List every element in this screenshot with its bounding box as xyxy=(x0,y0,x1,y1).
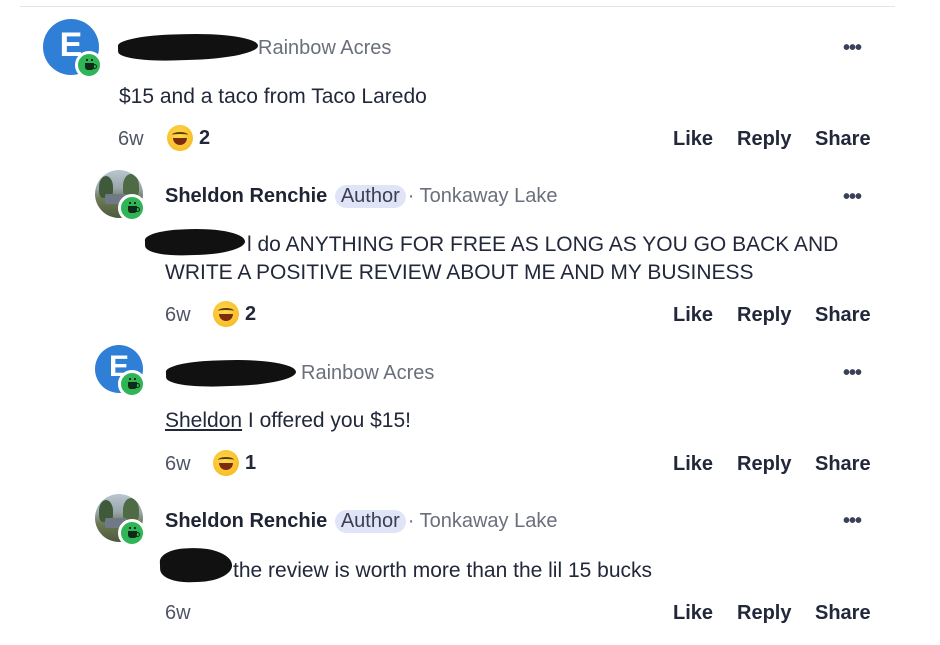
redaction-mark xyxy=(159,546,233,584)
author-name[interactable]: Sheldon Renchie xyxy=(165,510,327,532)
coffee-cup-icon xyxy=(75,51,103,79)
author-name[interactable]: Sheldon Renchie xyxy=(165,185,327,207)
comment-meta: Rainbow Acres xyxy=(258,37,391,60)
comment-meta: Sheldon Renchie Author · Tonkaway Lake xyxy=(165,185,557,208)
reply-button[interactable]: Reply xyxy=(737,602,791,625)
coffee-cup-icon xyxy=(118,519,146,547)
reply-button[interactable]: Reply xyxy=(737,304,791,327)
reply-button[interactable]: Reply xyxy=(737,128,791,151)
author-badge: Author xyxy=(334,510,406,533)
comment-age: 6w xyxy=(118,128,144,150)
comment-age: 6w xyxy=(165,602,191,624)
comment-age: 6w xyxy=(165,304,191,326)
reaction-count: 2 xyxy=(199,126,211,149)
grinning-face-emoji xyxy=(167,125,193,151)
share-button[interactable]: Share xyxy=(815,128,871,151)
more-options-icon[interactable]: ••• xyxy=(843,362,862,385)
reaction-summary[interactable]: 2 xyxy=(213,301,256,327)
more-options-icon[interactable]: ••• xyxy=(843,510,862,533)
comment-meta: Rainbow Acres xyxy=(301,362,434,385)
like-button[interactable]: Like xyxy=(673,453,713,476)
more-options-icon[interactable]: ••• xyxy=(843,186,862,209)
location[interactable]: Tonkaway Lake xyxy=(420,185,558,207)
mention-link[interactable]: Sheldon xyxy=(165,409,242,432)
comment-text: l do ANYTHING FOR FREE AS LONG AS YOU GO… xyxy=(247,233,839,256)
redaction-mark xyxy=(144,227,246,257)
redaction-mark xyxy=(165,357,297,389)
reaction-count: 1 xyxy=(245,451,257,474)
location[interactable]: Rainbow Acres xyxy=(301,362,434,384)
redaction-mark xyxy=(117,31,259,63)
reaction-count: 2 xyxy=(245,302,257,325)
share-button[interactable]: Share xyxy=(815,304,871,327)
grinning-face-emoji xyxy=(213,450,239,476)
share-button[interactable]: Share xyxy=(815,602,871,625)
like-button[interactable]: Like xyxy=(673,602,713,625)
coffee-cup-icon xyxy=(118,370,146,398)
separator: · xyxy=(407,510,420,532)
location[interactable]: Tonkaway Lake xyxy=(420,510,558,532)
reaction-summary[interactable]: 2 xyxy=(167,125,210,151)
author-badge: Author xyxy=(334,185,406,208)
comment-text: the review is worth more than the lil 15… xyxy=(233,559,653,582)
grinning-face-emoji xyxy=(213,301,239,327)
comment-age: 6w xyxy=(165,453,191,475)
coffee-cup-icon xyxy=(118,194,146,222)
separator: · xyxy=(407,185,420,207)
comment-text: $15 and a taco from Taco Laredo xyxy=(119,85,427,108)
share-button[interactable]: Share xyxy=(815,453,871,476)
location[interactable]: Rainbow Acres xyxy=(258,37,391,59)
comment-text-line-2: WRITE A POSITIVE REVIEW ABOUT ME AND MY … xyxy=(165,261,754,284)
comment-text: Sheldon I offered you $15! xyxy=(165,409,411,432)
reply-button[interactable]: Reply xyxy=(737,453,791,476)
comment-meta: Sheldon Renchie Author · Tonkaway Lake xyxy=(165,510,557,533)
top-divider xyxy=(20,6,895,7)
reaction-summary[interactable]: 1 xyxy=(213,450,256,476)
more-options-icon[interactable]: ••• xyxy=(843,37,862,60)
like-button[interactable]: Like xyxy=(673,304,713,327)
like-button[interactable]: Like xyxy=(673,128,713,151)
